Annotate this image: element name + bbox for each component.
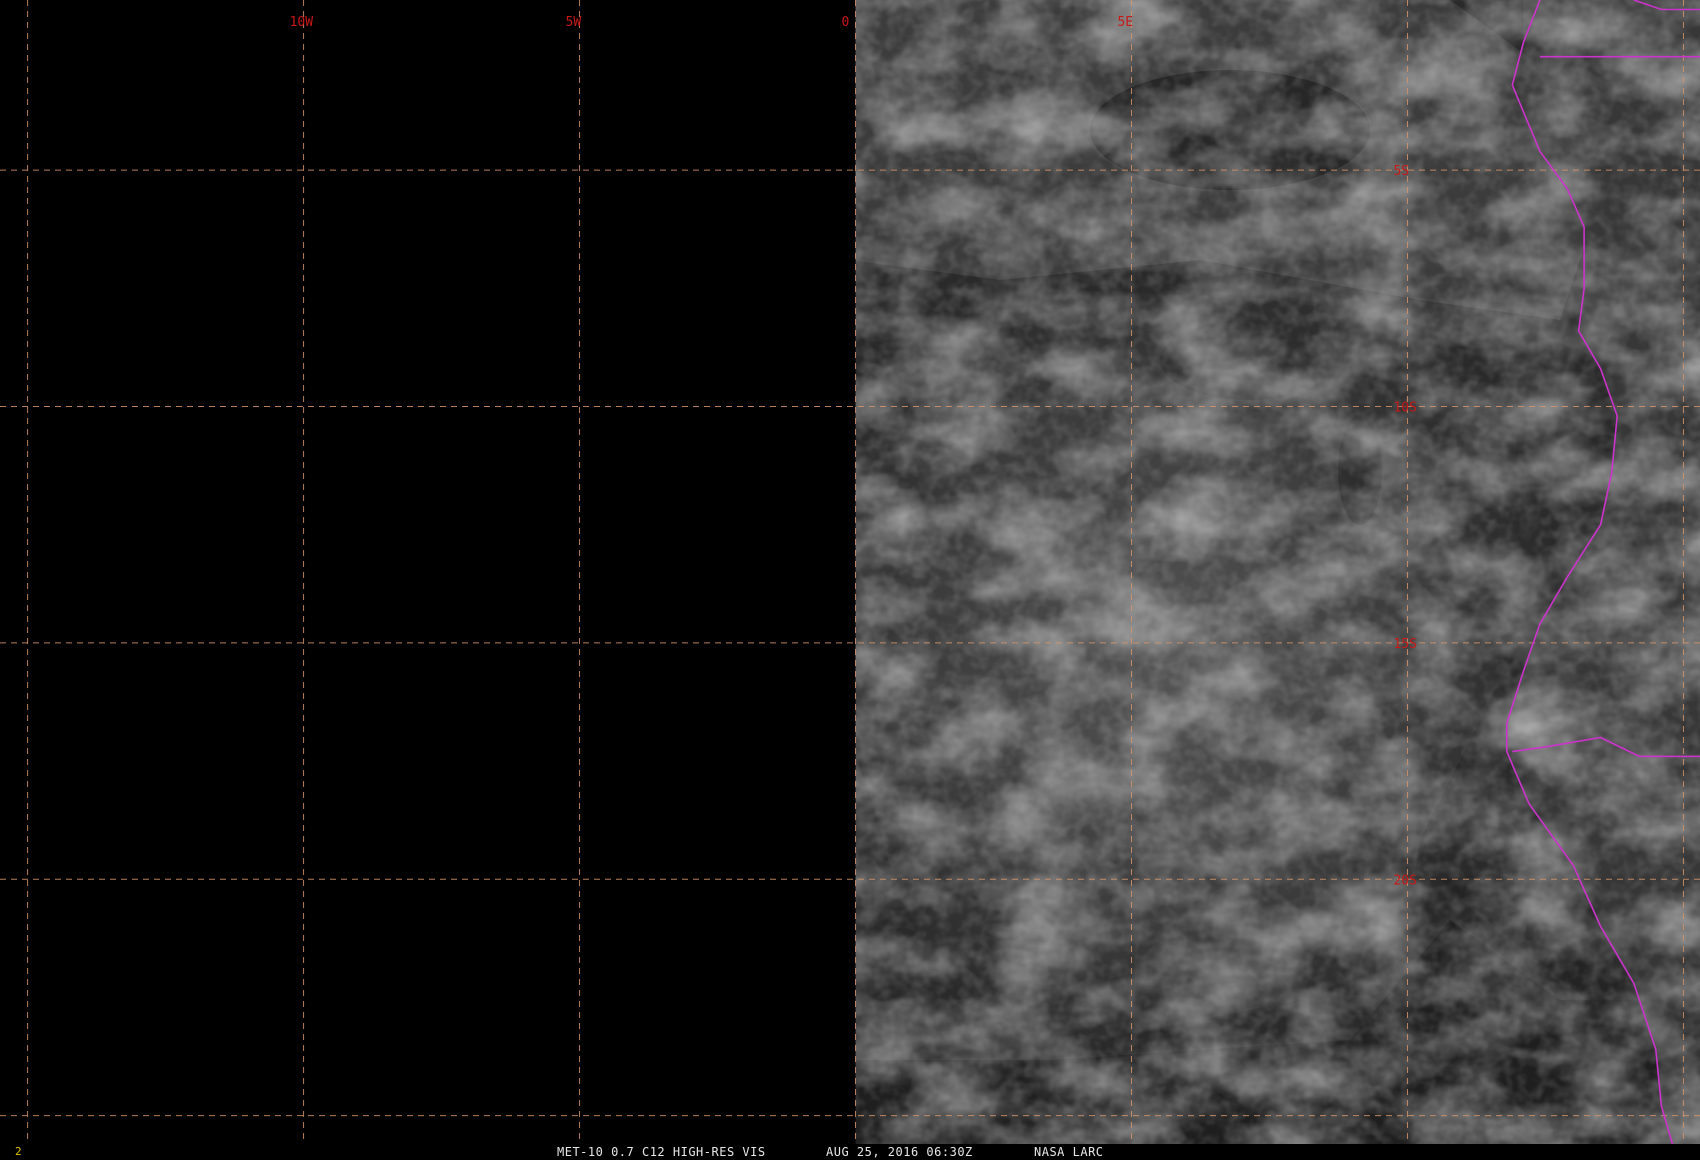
status-bar: 2 MET-10 0.7 C12 HIGH-RES VIS AUG 25, 20… [0,1144,1700,1160]
meridian-label: 5E [1117,15,1133,30]
satellite-image: 10W 5W 0 5E 5S 10S 15S 20S [0,0,1700,1144]
parallel-label: 5S [1393,164,1409,179]
meridian-label: 10W [290,15,314,30]
frame-number: 2 [15,1145,23,1158]
parallel-label: 10S [1393,401,1416,416]
meridian-label: 0 [842,15,850,30]
product-title: MET-10 0.7 C12 HIGH-RES VIS [557,1145,766,1159]
parallel-label: 15S [1393,637,1416,652]
data-source: NASA LARC [1034,1145,1104,1159]
scene-timestamp: AUG 25, 2016 06:30Z [826,1145,973,1159]
meridian-label: 5W [566,15,582,30]
parallel-label: 20S [1393,873,1416,888]
imagery-swath [855,0,1700,1144]
satellite-viewer: 10W 5W 0 5E 5S 10S 15S 20S 2 MET-10 0.7 C12 HIG… [0,0,1700,1160]
